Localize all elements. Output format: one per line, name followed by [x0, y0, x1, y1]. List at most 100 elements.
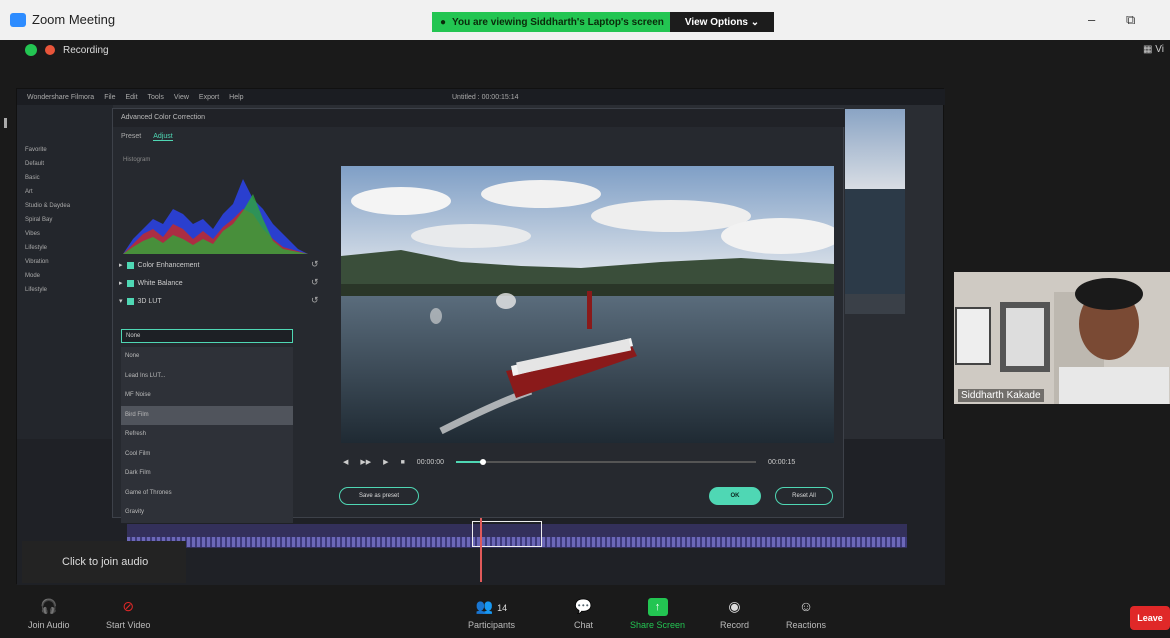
checkbox[interactable]: [126, 279, 134, 287]
share-screen-icon: ↑: [647, 598, 668, 616]
reactions-icon: ☺: [798, 598, 814, 614]
sidebar-item[interactable]: Art: [17, 185, 113, 199]
sidebar-item[interactable]: Vibration: [17, 255, 113, 269]
project-title: Untitled : 00:00:15:14: [452, 93, 519, 101]
expand-icon[interactable]: ▾: [119, 297, 123, 305]
sidebar-item[interactable]: Favorite: [17, 143, 113, 157]
join-audio-tooltip[interactable]: Click to join audio: [22, 541, 186, 583]
selected-clip[interactable]: [472, 521, 542, 547]
sidebar-item[interactable]: Vibes: [17, 227, 113, 241]
reactions-button[interactable]: ☺ Reactions: [786, 598, 826, 630]
zoom-logo-icon: [10, 12, 26, 27]
chat-label: Chat: [574, 620, 594, 630]
option-label: White Balance: [137, 279, 183, 287]
record-label: Record: [720, 620, 750, 630]
sidebar-item[interactable]: Default: [17, 157, 113, 171]
sidebar-item[interactable]: Basic: [17, 171, 113, 185]
participant-image: [954, 272, 1170, 404]
playback-controls: ◀ ▶▶ ▶ ■ 00:00:00 00:00:15: [343, 455, 833, 469]
list-item[interactable]: Game of Thrones: [121, 484, 293, 504]
restore-button[interactable]: ⧉: [1126, 12, 1135, 28]
prev-frame-icon[interactable]: ◀: [343, 458, 348, 466]
list-item[interactable]: Dark Film: [121, 464, 293, 484]
lut-list: None Lead Ins LUT... MF Noise Bird Film …: [121, 347, 293, 523]
filmora-menubar: Wondershare Filmora File Edit Tools View…: [17, 89, 945, 105]
reset-icon[interactable]: ↺: [311, 295, 319, 306]
start-video-button[interactable]: ⊘ Start Video: [106, 598, 150, 630]
menu-export[interactable]: Export: [199, 94, 219, 101]
option-3d-lut[interactable]: ▾ 3D LUT: [119, 297, 162, 305]
histogram: [123, 179, 308, 254]
time-start: 00:00:00: [416, 458, 445, 466]
window-titlebar: Zoom Meeting ● You are viewing Siddharth…: [0, 0, 1170, 40]
menu-view[interactable]: View: [174, 94, 189, 101]
histogram-label: Histogram: [123, 157, 151, 163]
participants-button[interactable]: 👥 14 Participants: [468, 598, 515, 630]
playback-thumb[interactable]: [480, 459, 487, 465]
sidebar-item[interactable]: Lifestyle: [17, 241, 113, 255]
reset-icon[interactable]: ↺: [311, 277, 319, 288]
playhead[interactable]: [480, 517, 482, 582]
headphones-icon: 🎧: [40, 598, 58, 614]
option-color-enhancement[interactable]: ▸ Color Enhancement: [119, 261, 199, 269]
list-item[interactable]: Bird Film: [121, 405, 293, 425]
participant-count: 14: [497, 603, 508, 613]
play-pause-icon[interactable]: ▶▶: [360, 458, 371, 466]
sidebar-item[interactable]: Lifestyle: [17, 283, 113, 297]
option-label: Color Enhancement: [137, 261, 200, 269]
list-item[interactable]: Cool Film: [121, 445, 293, 465]
app-title: Zoom Meeting: [10, 12, 115, 27]
stop-icon[interactable]: ■: [401, 459, 405, 466]
video-preview: [341, 166, 834, 443]
share-screen-button[interactable]: ↑ Share Screen: [630, 598, 685, 630]
playback-slider[interactable]: [456, 459, 757, 465]
participants-icon: 👥 14: [475, 598, 508, 614]
video-off-icon: ⊘: [122, 598, 135, 614]
list-item[interactable]: MF Noise: [121, 386, 293, 406]
color-correction-dialog: Advanced Color Correction Preset Adjust …: [112, 108, 845, 523]
expand-icon[interactable]: ▸: [119, 261, 123, 269]
reset-all-button[interactable]: Reset All: [775, 487, 833, 505]
playback-progress: [456, 461, 484, 463]
checkbox[interactable]: [126, 297, 134, 305]
expand-icon[interactable]: ▸: [119, 279, 123, 287]
encryption-shield-icon[interactable]: [25, 44, 37, 56]
shield-icon: ●: [440, 16, 447, 28]
menu-file[interactable]: File: [104, 94, 115, 101]
view-layout-icon[interactable]: ▦ Vi: [1143, 44, 1164, 55]
recording-indicator: Recording: [25, 44, 109, 56]
option-white-balance[interactable]: ▸ White Balance: [119, 279, 183, 287]
reset-icon[interactable]: ↺: [311, 259, 319, 270]
chat-button[interactable]: 💬 Chat: [574, 598, 593, 630]
checkbox[interactable]: [126, 261, 134, 269]
lut-dropdown[interactable]: None: [121, 329, 293, 343]
play-icon[interactable]: ▶: [383, 458, 388, 466]
tab-adjust[interactable]: Adjust: [153, 133, 173, 141]
list-item[interactable]: None: [121, 347, 293, 367]
minimize-button[interactable]: –: [1088, 12, 1095, 27]
chat-icon: 💬: [574, 598, 593, 614]
ok-button[interactable]: OK: [709, 487, 761, 505]
view-options-button[interactable]: View Options ⌄: [670, 12, 774, 32]
meeting-toolbar: 🎧 Join Audio ⊘ Start Video 👥 14 Particip…: [0, 594, 1170, 638]
sidebar-item[interactable]: Spiral Bay: [17, 213, 113, 227]
leave-button[interactable]: Leave: [1130, 606, 1170, 630]
save-preset-button[interactable]: Save as preset: [339, 487, 419, 505]
tab-preset[interactable]: Preset: [121, 133, 141, 141]
list-item[interactable]: Lead Ins LUT...: [121, 367, 293, 387]
join-audio-button[interactable]: 🎧 Join Audio: [28, 598, 70, 630]
menu-edit[interactable]: Edit: [125, 94, 137, 101]
record-button[interactable]: ◉ Record: [720, 598, 749, 630]
thumbnail-sky: [845, 109, 905, 189]
participant-video[interactable]: Siddharth Kakade: [954, 272, 1170, 404]
sidebar-item[interactable]: Mode: [17, 269, 113, 283]
share-screen-label: Share Screen: [630, 620, 686, 630]
option-label: 3D LUT: [137, 297, 162, 305]
menu-tools[interactable]: Tools: [148, 94, 164, 101]
time-end: 00:00:15: [768, 458, 796, 466]
menu-help[interactable]: Help: [229, 94, 243, 101]
list-item[interactable]: Gravity: [121, 503, 293, 523]
thumbnail-lake: [845, 189, 905, 294]
sidebar-item[interactable]: Studio & Daydea: [17, 199, 113, 213]
list-item[interactable]: Refresh: [121, 425, 293, 445]
